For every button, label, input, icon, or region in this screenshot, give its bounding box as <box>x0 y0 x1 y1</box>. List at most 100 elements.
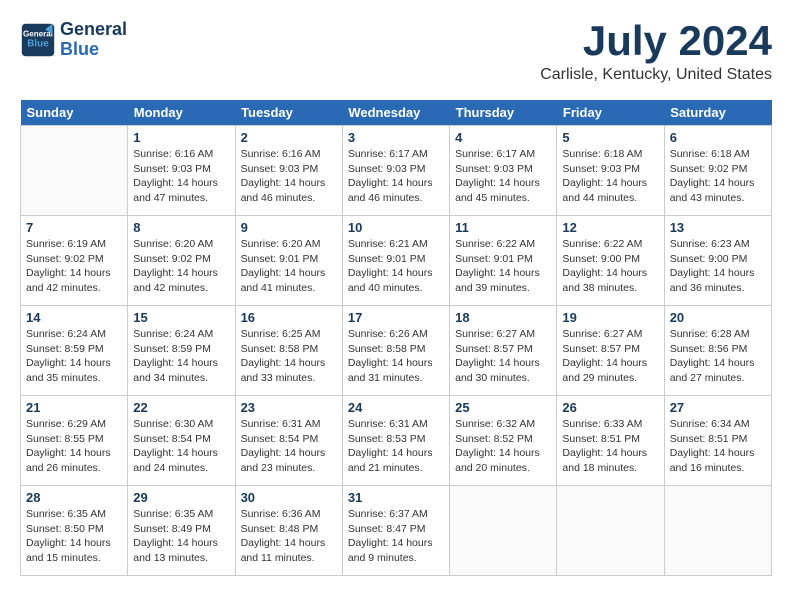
calendar-cell: 31 Sunrise: 6:37 AMSunset: 8:47 PMDayligh… <box>342 486 449 576</box>
day-info: Sunrise: 6:25 AMSunset: 8:58 PMDaylight:… <box>241 327 337 386</box>
calendar-table: SundayMondayTuesdayWednesdayThursdayFrid… <box>20 100 772 576</box>
date-number: 7 <box>26 220 122 235</box>
date-number: 23 <box>241 400 337 415</box>
day-info: Sunrise: 6:17 AMSunset: 9:03 PMDaylight:… <box>348 147 444 206</box>
week-row-4: 21 Sunrise: 6:29 AMSunset: 8:55 PMDayligh… <box>21 396 772 486</box>
date-number: 16 <box>241 310 337 325</box>
calendar-cell: 2Sunrise: 6:16 AMSunset: 9:03 PMDaylight… <box>235 126 342 216</box>
svg-text:Blue: Blue <box>27 38 49 49</box>
calendar-cell: 8 Sunrise: 6:20 AMSunset: 9:02 PMDaylight… <box>128 216 235 306</box>
date-number: 10 <box>348 220 444 235</box>
day-info: Sunrise: 6:27 AMSunset: 8:57 PMDaylight:… <box>562 327 658 386</box>
logo-text-general: General <box>60 20 127 40</box>
days-of-week-row: SundayMondayTuesdayWednesdayThursdayFrid… <box>21 100 772 126</box>
calendar-cell <box>664 486 771 576</box>
calendar-cell: 16 Sunrise: 6:25 AMSunset: 8:58 PMDayligh… <box>235 306 342 396</box>
location-text: Carlisle, Kentucky, United States <box>540 66 772 84</box>
day-info: Sunrise: 6:37 AMSunset: 8:47 PMDaylight:… <box>348 507 444 566</box>
date-number: 13 <box>670 220 766 235</box>
date-number: 12 <box>562 220 658 235</box>
calendar-cell <box>21 126 128 216</box>
calendar-cell: 22Sunrise: 6:30 AMSunset: 8:54 PMDayligh… <box>128 396 235 486</box>
title-block: July 2024 Carlisle, Kentucky, United Sta… <box>540 20 772 84</box>
day-info: Sunrise: 6:35 AMSunset: 8:49 PMDaylight:… <box>133 507 229 566</box>
date-number: 25 <box>455 400 551 415</box>
date-number: 22 <box>133 400 229 415</box>
calendar-cell: 21 Sunrise: 6:29 AMSunset: 8:55 PMDayligh… <box>21 396 128 486</box>
day-info: Sunrise: 6:28 AMSunset: 8:56 PMDaylight:… <box>670 327 766 386</box>
date-number: 3 <box>348 130 444 145</box>
calendar-cell: 28 Sunrise: 6:35 AMSunset: 8:50 PMDayligh… <box>21 486 128 576</box>
calendar-cell <box>557 486 664 576</box>
calendar-cell: 19 Sunrise: 6:27 AMSunset: 8:57 PMDayligh… <box>557 306 664 396</box>
day-info: Sunrise: 6:22 AMSunset: 9:01 PMDaylight:… <box>455 237 551 296</box>
day-info: Sunrise: 6:35 AMSunset: 8:50 PMDaylight:… <box>26 507 122 566</box>
week-row-3: 14 Sunrise: 6:24 AMSunset: 8:59 PMDayligh… <box>21 306 772 396</box>
date-number: 2 <box>241 130 337 145</box>
logo: General Blue General Blue <box>20 20 127 60</box>
calendar-cell: 11 Sunrise: 6:22 AMSunset: 9:01 PMDayligh… <box>450 216 557 306</box>
month-title: July 2024 <box>540 20 772 62</box>
day-info: Sunrise: 6:22 AMSunset: 9:00 PMDaylight:… <box>562 237 658 296</box>
dow-header-monday: Monday <box>128 100 235 126</box>
day-info: Sunrise: 6:18 AMSunset: 9:03 PMDaylight:… <box>562 147 658 206</box>
date-number: 17 <box>348 310 444 325</box>
dow-header-sunday: Sunday <box>21 100 128 126</box>
date-number: 5 <box>562 130 658 145</box>
day-info: Sunrise: 6:34 AMSunset: 8:51 PMDaylight:… <box>670 417 766 476</box>
calendar-cell: 9 Sunrise: 6:20 AMSunset: 9:01 PMDaylight… <box>235 216 342 306</box>
calendar-cell: 12 Sunrise: 6:22 AMSunset: 9:00 PMDayligh… <box>557 216 664 306</box>
date-number: 6 <box>670 130 766 145</box>
date-number: 14 <box>26 310 122 325</box>
date-number: 24 <box>348 400 444 415</box>
calendar-cell: 3 Sunrise: 6:17 AMSunset: 9:03 PMDaylight… <box>342 126 449 216</box>
date-number: 28 <box>26 490 122 505</box>
date-number: 4 <box>455 130 551 145</box>
dow-header-tuesday: Tuesday <box>235 100 342 126</box>
date-number: 29 <box>133 490 229 505</box>
calendar-cell: 17 Sunrise: 6:26 AMSunset: 8:58 PMDayligh… <box>342 306 449 396</box>
calendar-body: 1Sunrise: 6:16 AMSunset: 9:03 PMDaylight… <box>21 126 772 576</box>
day-info: Sunrise: 6:31 AMSunset: 8:54 PMDaylight:… <box>241 417 337 476</box>
date-number: 11 <box>455 220 551 235</box>
day-info: Sunrise: 6:32 AMSunset: 8:52 PMDaylight:… <box>455 417 551 476</box>
date-number: 18 <box>455 310 551 325</box>
week-row-5: 28 Sunrise: 6:35 AMSunset: 8:50 PMDayligh… <box>21 486 772 576</box>
week-row-1: 1Sunrise: 6:16 AMSunset: 9:03 PMDaylight… <box>21 126 772 216</box>
day-info: Sunrise: 6:36 AMSunset: 8:48 PMDaylight:… <box>241 507 337 566</box>
dow-header-wednesday: Wednesday <box>342 100 449 126</box>
calendar-cell: 23 Sunrise: 6:31 AMSunset: 8:54 PMDayligh… <box>235 396 342 486</box>
day-info: Sunrise: 6:26 AMSunset: 8:58 PMDaylight:… <box>348 327 444 386</box>
date-number: 9 <box>241 220 337 235</box>
calendar-cell: 10 Sunrise: 6:21 AMSunset: 9:01 PMDayligh… <box>342 216 449 306</box>
day-info: Sunrise: 6:21 AMSunset: 9:01 PMDaylight:… <box>348 237 444 296</box>
day-info: Sunrise: 6:20 AMSunset: 9:01 PMDaylight:… <box>241 237 337 296</box>
calendar-cell: 1Sunrise: 6:16 AMSunset: 9:03 PMDaylight… <box>128 126 235 216</box>
date-number: 19 <box>562 310 658 325</box>
day-info: Sunrise: 6:17 AMSunset: 9:03 PMDaylight:… <box>455 147 551 206</box>
logo-icon: General Blue <box>20 22 56 58</box>
day-info: Sunrise: 6:24 AMSunset: 8:59 PMDaylight:… <box>133 327 229 386</box>
date-number: 21 <box>26 400 122 415</box>
day-info: Sunrise: 6:20 AMSunset: 9:02 PMDaylight:… <box>133 237 229 296</box>
day-info: Sunrise: 6:31 AMSunset: 8:53 PMDaylight:… <box>348 417 444 476</box>
dow-header-saturday: Saturday <box>664 100 771 126</box>
calendar-cell <box>450 486 557 576</box>
calendar-cell: 13 Sunrise: 6:23 AMSunset: 9:00 PMDayligh… <box>664 216 771 306</box>
logo-text-blue: Blue <box>60 40 127 60</box>
calendar-cell: 30Sunrise: 6:36 AMSunset: 8:48 PMDayligh… <box>235 486 342 576</box>
date-number: 1 <box>133 130 229 145</box>
calendar-cell: 25 Sunrise: 6:32 AMSunset: 8:52 PMDayligh… <box>450 396 557 486</box>
calendar-cell: 18 Sunrise: 6:27 AMSunset: 8:57 PMDayligh… <box>450 306 557 396</box>
day-info: Sunrise: 6:27 AMSunset: 8:57 PMDaylight:… <box>455 327 551 386</box>
date-number: 31 <box>348 490 444 505</box>
calendar-cell: 27Sunrise: 6:34 AMSunset: 8:51 PMDayligh… <box>664 396 771 486</box>
day-info: Sunrise: 6:29 AMSunset: 8:55 PMDaylight:… <box>26 417 122 476</box>
calendar-cell: 15Sunrise: 6:24 AMSunset: 8:59 PMDayligh… <box>128 306 235 396</box>
dow-header-friday: Friday <box>557 100 664 126</box>
calendar-cell: 14Sunrise: 6:24 AMSunset: 8:59 PMDayligh… <box>21 306 128 396</box>
date-number: 8 <box>133 220 229 235</box>
calendar-cell: 26Sunrise: 6:33 AMSunset: 8:51 PMDayligh… <box>557 396 664 486</box>
calendar-cell: 7Sunrise: 6:19 AMSunset: 9:02 PMDaylight… <box>21 216 128 306</box>
day-info: Sunrise: 6:23 AMSunset: 9:00 PMDaylight:… <box>670 237 766 296</box>
